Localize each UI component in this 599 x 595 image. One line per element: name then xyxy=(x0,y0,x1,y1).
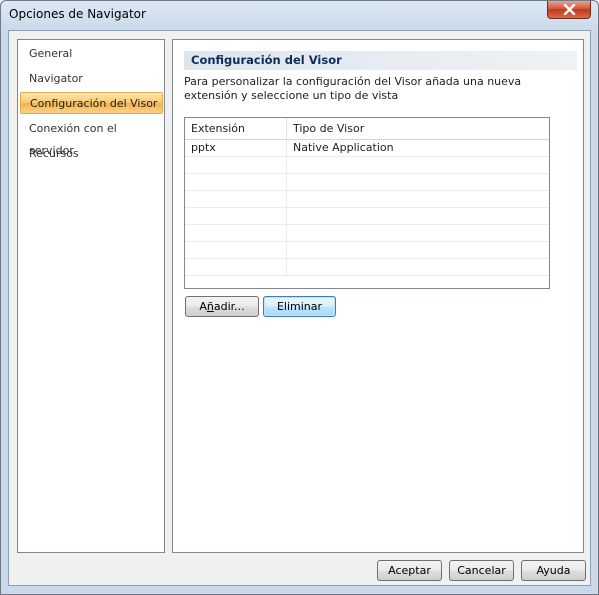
table-row[interactable] xyxy=(185,259,549,276)
sidebar-item-label: Configuración del Visor xyxy=(30,97,158,110)
accept-button-label: Aceptar xyxy=(388,564,431,577)
table-cell xyxy=(185,208,287,225)
help-button-label: Ayuda xyxy=(536,564,571,577)
cancel-button-label: Cancelar xyxy=(457,564,506,577)
add-button-label-prefix: A xyxy=(199,300,207,313)
add-button[interactable]: Añadir... xyxy=(185,296,259,317)
column-header-extension[interactable]: Extensión xyxy=(185,118,287,139)
sidebar-item-general[interactable]: General xyxy=(20,43,163,65)
table-row[interactable] xyxy=(185,157,549,174)
help-button[interactable]: Ayuda xyxy=(521,560,586,581)
section-description: Para personalizar la configuración del V… xyxy=(184,75,522,102)
column-header-tipo-visor[interactable]: Tipo de Visor xyxy=(287,118,549,139)
sidebar-item-label: Recursos xyxy=(29,147,79,160)
table-row[interactable]: pptx Native Application xyxy=(185,140,549,157)
sidebar: General Navigator Configuración del Viso… xyxy=(17,39,165,553)
sidebar-item-navigator[interactable]: Navigator xyxy=(20,68,163,90)
table-header: Extensión Tipo de Visor xyxy=(185,118,549,140)
table-cell xyxy=(287,174,549,191)
table-cell: Native Application xyxy=(293,141,394,154)
sidebar-item-label: Navigator xyxy=(29,72,83,85)
table-cell xyxy=(287,259,549,276)
close-button[interactable] xyxy=(547,1,591,19)
extensions-table[interactable]: Extensión Tipo de Visor pptx Native Appl… xyxy=(184,117,550,289)
sidebar-item-configuracion-visor[interactable]: Configuración del Visor xyxy=(20,92,163,114)
dialog-body: General Navigator Configuración del Viso… xyxy=(8,30,591,586)
table-cell xyxy=(185,259,287,276)
table-cell xyxy=(185,242,287,259)
section-title: Configuración del Visor xyxy=(184,51,577,70)
content-panel: Configuración del Visor Para personaliza… xyxy=(172,39,584,553)
table-cell xyxy=(287,208,549,225)
add-button-label-mnemonic: ñ xyxy=(206,300,214,313)
table-row[interactable] xyxy=(185,242,549,259)
remove-button-label: Eliminar xyxy=(276,300,323,313)
table-row[interactable] xyxy=(185,208,549,225)
table-cell xyxy=(287,242,549,259)
accept-button[interactable]: Aceptar xyxy=(377,560,442,581)
table-row[interactable] xyxy=(185,174,549,191)
table-cell: pptx xyxy=(185,140,287,157)
table-row[interactable] xyxy=(185,225,549,242)
table-row[interactable] xyxy=(185,191,549,208)
table-cell xyxy=(185,174,287,191)
table-cell xyxy=(185,225,287,242)
sidebar-item-label: General xyxy=(29,47,73,60)
dialog-window: Opciones de Navigator General Navigator … xyxy=(0,0,599,595)
table-cell xyxy=(185,157,287,174)
remove-button[interactable]: Eliminar xyxy=(263,296,336,317)
table-cell xyxy=(287,225,549,242)
sidebar-item-recursos[interactable]: Recursos xyxy=(20,143,163,165)
table-cell xyxy=(287,191,549,208)
add-button-label-suffix: adir... xyxy=(213,300,245,313)
close-icon xyxy=(563,4,576,15)
window-title: Opciones de Navigator xyxy=(9,7,146,21)
table-cell xyxy=(185,191,287,208)
table-cell xyxy=(287,157,549,174)
sidebar-item-conexion-servidor[interactable]: Conexión con el servidor xyxy=(20,118,163,157)
title-bar[interactable]: Opciones de Navigator xyxy=(1,1,598,29)
cancel-button[interactable]: Cancelar xyxy=(449,560,514,581)
